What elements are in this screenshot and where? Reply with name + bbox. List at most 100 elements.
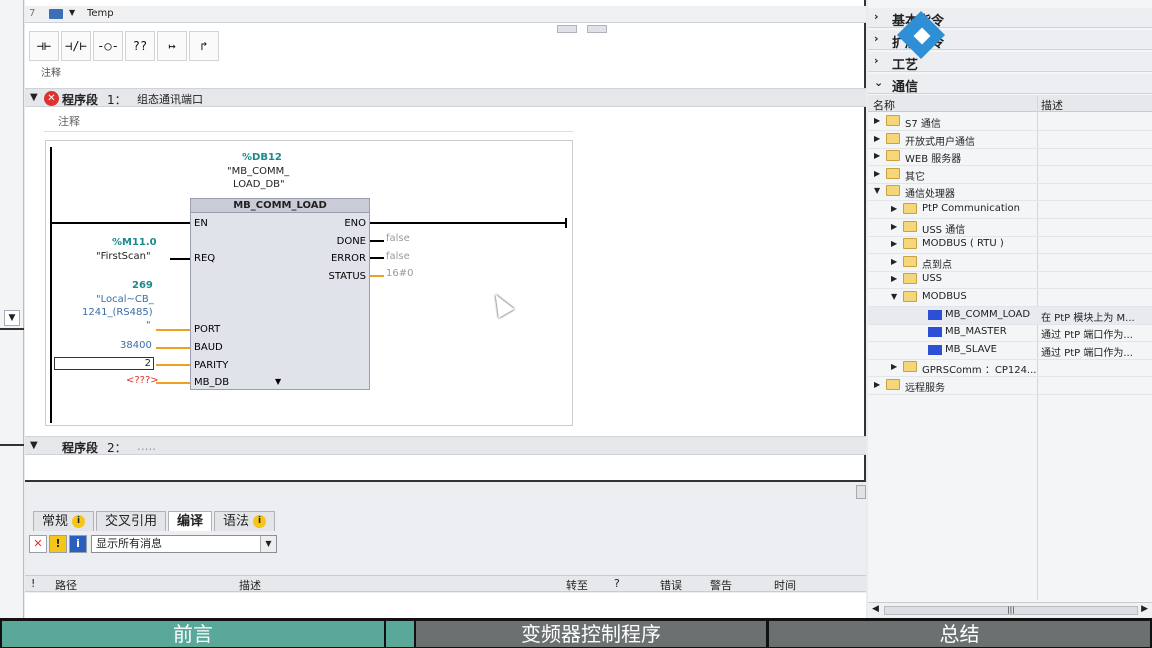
scroll-thumb[interactable]: |||: [884, 606, 1138, 615]
tree-item[interactable]: ▶ S7 通信: [868, 113, 1152, 131]
tab-syntax[interactable]: 语法 i: [214, 511, 276, 531]
tree-item[interactable]: ▶ GPRSComm ：CP124...: [868, 359, 1152, 378]
tree-item[interactable]: MB_COMM_LOAD 在 PtP 模块上为 M...: [868, 306, 1152, 325]
expand-icon[interactable]: ▶: [874, 151, 880, 160]
network-title[interactable]: .....: [137, 439, 156, 453]
tree-item[interactable]: ▶ MODBUS ( RTU ): [868, 236, 1152, 255]
chapter-summary[interactable]: 总结: [769, 621, 1150, 647]
horizontal-scrollbar[interactable]: ◀ ||| ▶: [868, 602, 1152, 618]
tree-item[interactable]: ▶ USS: [868, 271, 1152, 290]
panel-collapse-button[interactable]: [856, 485, 866, 499]
network-1-header[interactable]: ▼ ✕ 程序段 1： 组态通讯端口: [25, 88, 866, 107]
tree-item-label: MB_COMM_LOAD: [945, 308, 1031, 320]
collapse-icon[interactable]: ▼: [30, 440, 38, 451]
message-filter-select[interactable]: 显示所有消息 ▼: [91, 535, 277, 553]
expand-icon[interactable]: ▶: [874, 116, 880, 125]
tab-cross-reference[interactable]: 交叉引用: [96, 511, 167, 531]
network-title[interactable]: 组态通讯端口: [137, 91, 203, 107]
scroll-down-button[interactable]: ▼: [4, 310, 20, 326]
parity-input[interactable]: 2: [54, 357, 154, 370]
empty-box-button[interactable]: ??: [125, 31, 155, 61]
expand-icon[interactable]: ▶: [874, 134, 880, 143]
tree-item[interactable]: ▶ USS 通信: [868, 219, 1152, 237]
collapse-icon[interactable]: ▼: [874, 186, 880, 195]
nc-contact-button[interactable]: ⊣/⊢: [61, 31, 91, 61]
col-time[interactable]: 时间: [774, 577, 796, 593]
expand-icon[interactable]: ▶: [891, 257, 897, 266]
tree-item-label: 其它: [905, 171, 925, 183]
col-description[interactable]: 描述: [239, 577, 261, 593]
col-name[interactable]: 名称: [873, 97, 895, 113]
network-2-header[interactable]: ▼ 程序段 2： .....: [25, 436, 866, 455]
port-line2: 1241_(RS485): [82, 307, 153, 318]
info-icon: i: [72, 515, 86, 528]
tree-item[interactable]: ▶ 远程服务: [868, 377, 1152, 395]
info-filter-icon[interactable]: i: [69, 535, 87, 553]
baud-wire: [156, 347, 190, 349]
baud-value[interactable]: 38400: [120, 340, 152, 351]
mb-db-value[interactable]: <???>: [126, 375, 159, 386]
chapter-preface[interactable]: 前言: [2, 621, 384, 647]
pin-port: PORT: [194, 324, 221, 335]
tree-item[interactable]: ▼ MODBUS: [868, 289, 1152, 307]
close-branch-button[interactable]: ↱: [189, 31, 219, 61]
expand-icon[interactable]: ▶: [891, 274, 897, 283]
tree-item-label: MODBUS: [922, 291, 967, 302]
tab-compile[interactable]: 编译: [168, 511, 213, 531]
function-block-icon: [928, 327, 942, 338]
db-address[interactable]: %DB12: [242, 152, 282, 163]
tree-item[interactable]: ▶ 开放式用户通信: [868, 131, 1152, 149]
splitter-up-button[interactable]: [557, 25, 577, 33]
folder-icon: [903, 255, 917, 267]
col-flag[interactable]: !: [31, 577, 35, 590]
tree-item[interactable]: ▶ PtP Communication: [868, 201, 1152, 219]
col-question[interactable]: ?: [614, 577, 620, 590]
block-comment[interactable]: 注释: [41, 64, 61, 79]
network-comment[interactable]: 注释: [44, 110, 574, 132]
splitter-down-button[interactable]: [586, 25, 607, 33]
tab-general[interactable]: 常规 i: [33, 511, 95, 531]
chapter-vfd-program[interactable]: 变频器控制程序: [416, 621, 766, 647]
collapse-icon[interactable]: ▼: [30, 92, 38, 103]
collapse-icon[interactable]: ▼: [891, 292, 897, 301]
ladder-network[interactable]: %DB12 "MB_COMM_ LOAD_DB" MB_COMM_LOAD EN…: [45, 140, 573, 426]
no-contact-button[interactable]: ⊣⊢: [29, 31, 59, 61]
interface-row-temp[interactable]: 7 ▼ Temp: [25, 6, 866, 23]
tree-item[interactable]: ▶ 点到点: [868, 254, 1152, 272]
chevron-down-icon[interactable]: ▼: [260, 536, 276, 552]
tree-item[interactable]: ▼ 通信处理器: [868, 183, 1152, 202]
expand-icon[interactable]: ▶: [891, 362, 897, 371]
error-filter-icon[interactable]: ✕: [29, 535, 47, 553]
expand-block-icon[interactable]: ▼: [275, 377, 281, 386]
category-communication[interactable]: ⌄ 通信: [868, 74, 1152, 95]
tree-item[interactable]: MB_SLAVE 通过 PtP 端口作为...: [868, 342, 1152, 360]
tree-item[interactable]: ▶ WEB 服务器: [868, 148, 1152, 167]
open-branch-button[interactable]: ↦: [157, 31, 187, 61]
col-goto[interactable]: 转至: [566, 577, 588, 593]
expand-icon[interactable]: ▶: [891, 239, 897, 248]
splitter-buttons: [557, 23, 613, 36]
tree-item-label: GPRSComm ：CP124...: [922, 365, 1037, 377]
mb-comm-load-block[interactable]: MB_COMM_LOAD EN REQ PORT BAUD PARITY MB_…: [190, 198, 370, 390]
scroll-left-icon[interactable]: ◀: [872, 604, 879, 614]
scroll-right-icon[interactable]: ▶: [1141, 604, 1148, 614]
tree-item[interactable]: MB_MASTER 通过 PtP 端口作为...: [868, 324, 1152, 343]
coil-button[interactable]: -○-: [93, 31, 123, 61]
pin-parity: PARITY: [194, 360, 229, 371]
req-address[interactable]: %M11.0: [112, 237, 157, 248]
warning-filter-icon[interactable]: !: [49, 535, 67, 553]
expand-arrow-icon[interactable]: ▼: [69, 8, 75, 17]
function-block-icon: [928, 309, 942, 320]
col-path[interactable]: 路径: [55, 577, 77, 593]
tree-item[interactable]: ▶ 其它: [868, 166, 1152, 184]
pin-baud: BAUD: [194, 342, 223, 353]
col-description[interactable]: 描述: [1041, 97, 1063, 113]
col-errors[interactable]: 错误: [660, 577, 682, 593]
expand-icon[interactable]: ▶: [891, 222, 897, 231]
col-warnings[interactable]: 警告: [710, 577, 732, 593]
expand-icon[interactable]: ▶: [891, 204, 897, 213]
port-value[interactable]: 269: [132, 280, 153, 291]
message-list[interactable]: [25, 593, 866, 620]
expand-icon[interactable]: ▶: [874, 380, 880, 389]
expand-icon[interactable]: ▶: [874, 169, 880, 178]
